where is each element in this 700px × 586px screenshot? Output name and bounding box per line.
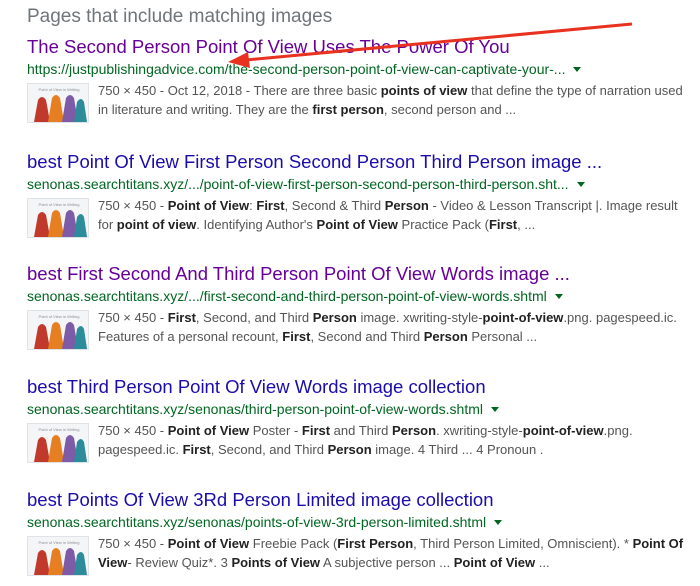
result-url-5: senonas.searchtitans.xyz/senonas/points-… — [27, 513, 687, 531]
snippet-highlight: Point of View — [167, 536, 250, 551]
result-title-1[interactable]: The Second Person Point Of View Uses The… — [27, 35, 687, 59]
result-thumbnail-2[interactable]: Point of View in Writing — [27, 198, 89, 238]
section-heading: Pages that include matching images — [27, 6, 333, 27]
snippet-text: Personal ... — [467, 329, 538, 344]
snippet-highlight: Person — [312, 310, 357, 325]
snippet-text: Practice Pack ( — [397, 217, 489, 232]
svg-text:Point of View in Writing: Point of View in Writing — [39, 87, 80, 92]
svg-text:Point of View in Writing: Point of View in Writing — [39, 540, 80, 545]
snippet-text: There are three basic — [253, 83, 381, 98]
result-thumbnail-5[interactable]: Point of View in Writing — [27, 536, 89, 576]
snippet-highlight: point-of-view — [482, 310, 564, 325]
url-dropdown-arrow-icon[interactable] — [576, 181, 585, 187]
result-thumbnail-4[interactable]: Point of View in Writing — [27, 423, 89, 463]
snippet-text: ... — [535, 555, 550, 570]
snippet-text: . xwriting-style- — [436, 423, 523, 438]
snippet-highlight: First Person — [337, 536, 414, 551]
url-dropdown-arrow-icon[interactable] — [554, 293, 563, 299]
snippet-highlight: Person — [391, 423, 437, 438]
snippet-text: , Second, and Third — [210, 442, 328, 457]
snippet-highlight: Point of View — [167, 198, 250, 213]
snippet-text: . Identifying Author's — [196, 217, 317, 232]
snippet-highlight: First — [167, 310, 196, 325]
snippet-highlight: First — [301, 423, 331, 438]
snippet-text: , Third Person Limited, Omniscient). * — [413, 536, 633, 551]
snippet-highlight: First — [256, 198, 285, 213]
snippet-text: , Second, and Third — [195, 310, 313, 325]
url-dropdown-arrow-icon[interactable] — [573, 66, 582, 72]
result-url-1: https://justpublishingadvice.com/the-sec… — [27, 60, 687, 78]
snippet-text: Freebie Pack ( — [249, 536, 338, 551]
result-1: The Second Person Point Of View Uses The… — [27, 35, 687, 123]
snippet-text: - Review Quiz*. 3 — [127, 555, 232, 570]
snippet-highlight: Person — [327, 442, 372, 457]
result-title-2[interactable]: best Point Of View First Person Second P… — [27, 150, 687, 174]
result-title-3[interactable]: best First Second And Third Person Point… — [27, 262, 687, 286]
result-4: best Third Person Point Of View Words im… — [27, 375, 687, 463]
result-thumbnail-1[interactable]: Point of View in Writing — [27, 83, 89, 123]
snippet-text: , Second and Third — [310, 329, 424, 344]
snippet-highlight: First — [282, 329, 311, 344]
snippet-text: , Second & Third — [284, 198, 385, 213]
snippet-text: image. xwriting-style- — [356, 310, 483, 325]
svg-text:Point of View in Writing: Point of View in Writing — [39, 427, 80, 432]
result-title-5[interactable]: best Points Of View 3Rd Person Limited i… — [27, 488, 687, 512]
snippet-highlight: Person — [423, 329, 468, 344]
snippet-highlight: point-of-view — [522, 423, 604, 438]
snippet-highlight: First — [182, 442, 211, 457]
result-snippet-5: 750 × 450 - Point of View Freebie Pack (… — [98, 536, 684, 570]
result-url-4: senonas.searchtitans.xyz/senonas/third-p… — [27, 400, 687, 418]
snippet-text: A subjective person ... — [320, 555, 454, 570]
snippet-highlight: First — [488, 217, 518, 232]
snippet-text: and Third — [330, 423, 392, 438]
snippet-text: , second person and ... — [383, 102, 517, 117]
result-3: best First Second And Third Person Point… — [27, 262, 687, 350]
result-url-2: senonas.searchtitans.xyz/.../point-of-vi… — [27, 175, 687, 193]
result-snippet-3: 750 × 450 - First, Second, and Third Per… — [98, 310, 677, 344]
snippet-highlight: point of view — [116, 217, 197, 232]
result-5: best Points Of View 3Rd Person Limited i… — [27, 488, 687, 576]
snippet-text: Poster - — [249, 423, 302, 438]
svg-text:Point of View in Writing: Point of View in Writing — [39, 202, 80, 207]
snippet-highlight: Point of View — [167, 423, 250, 438]
snippet-highlight: first person — [312, 102, 384, 117]
svg-text:Point of View in Writing: Point of View in Writing — [39, 314, 80, 319]
result-snippet-4: 750 × 450 - Point of View Poster - First… — [98, 423, 633, 457]
result-snippet-1: 750 × 450 - Oct 12, 2018 - There are thr… — [98, 83, 683, 117]
result-thumbnail-3[interactable]: Point of View in Writing — [27, 310, 89, 350]
snippet-highlight: points of view — [380, 83, 468, 98]
result-url-3: senonas.searchtitans.xyz/.../first-secon… — [27, 287, 687, 305]
snippet-highlight: Points of View — [231, 555, 321, 570]
result-title-4[interactable]: best Third Person Point Of View Words im… — [27, 375, 687, 399]
snippet-highlight: Person — [384, 198, 429, 213]
result-2: best Point Of View First Person Second P… — [27, 150, 687, 238]
snippet-highlight: Point of View — [453, 555, 536, 570]
url-dropdown-arrow-icon[interactable] — [490, 406, 499, 412]
snippet-text: image. 4 Third ... 4 Pronoun . — [371, 442, 544, 457]
result-snippet-2: 750 × 450 - Point of View: First, Second… — [98, 198, 678, 232]
snippet-text: , ... — [517, 217, 536, 232]
snippet-highlight: Point of View — [316, 217, 398, 232]
url-dropdown-arrow-icon[interactable] — [494, 519, 503, 525]
